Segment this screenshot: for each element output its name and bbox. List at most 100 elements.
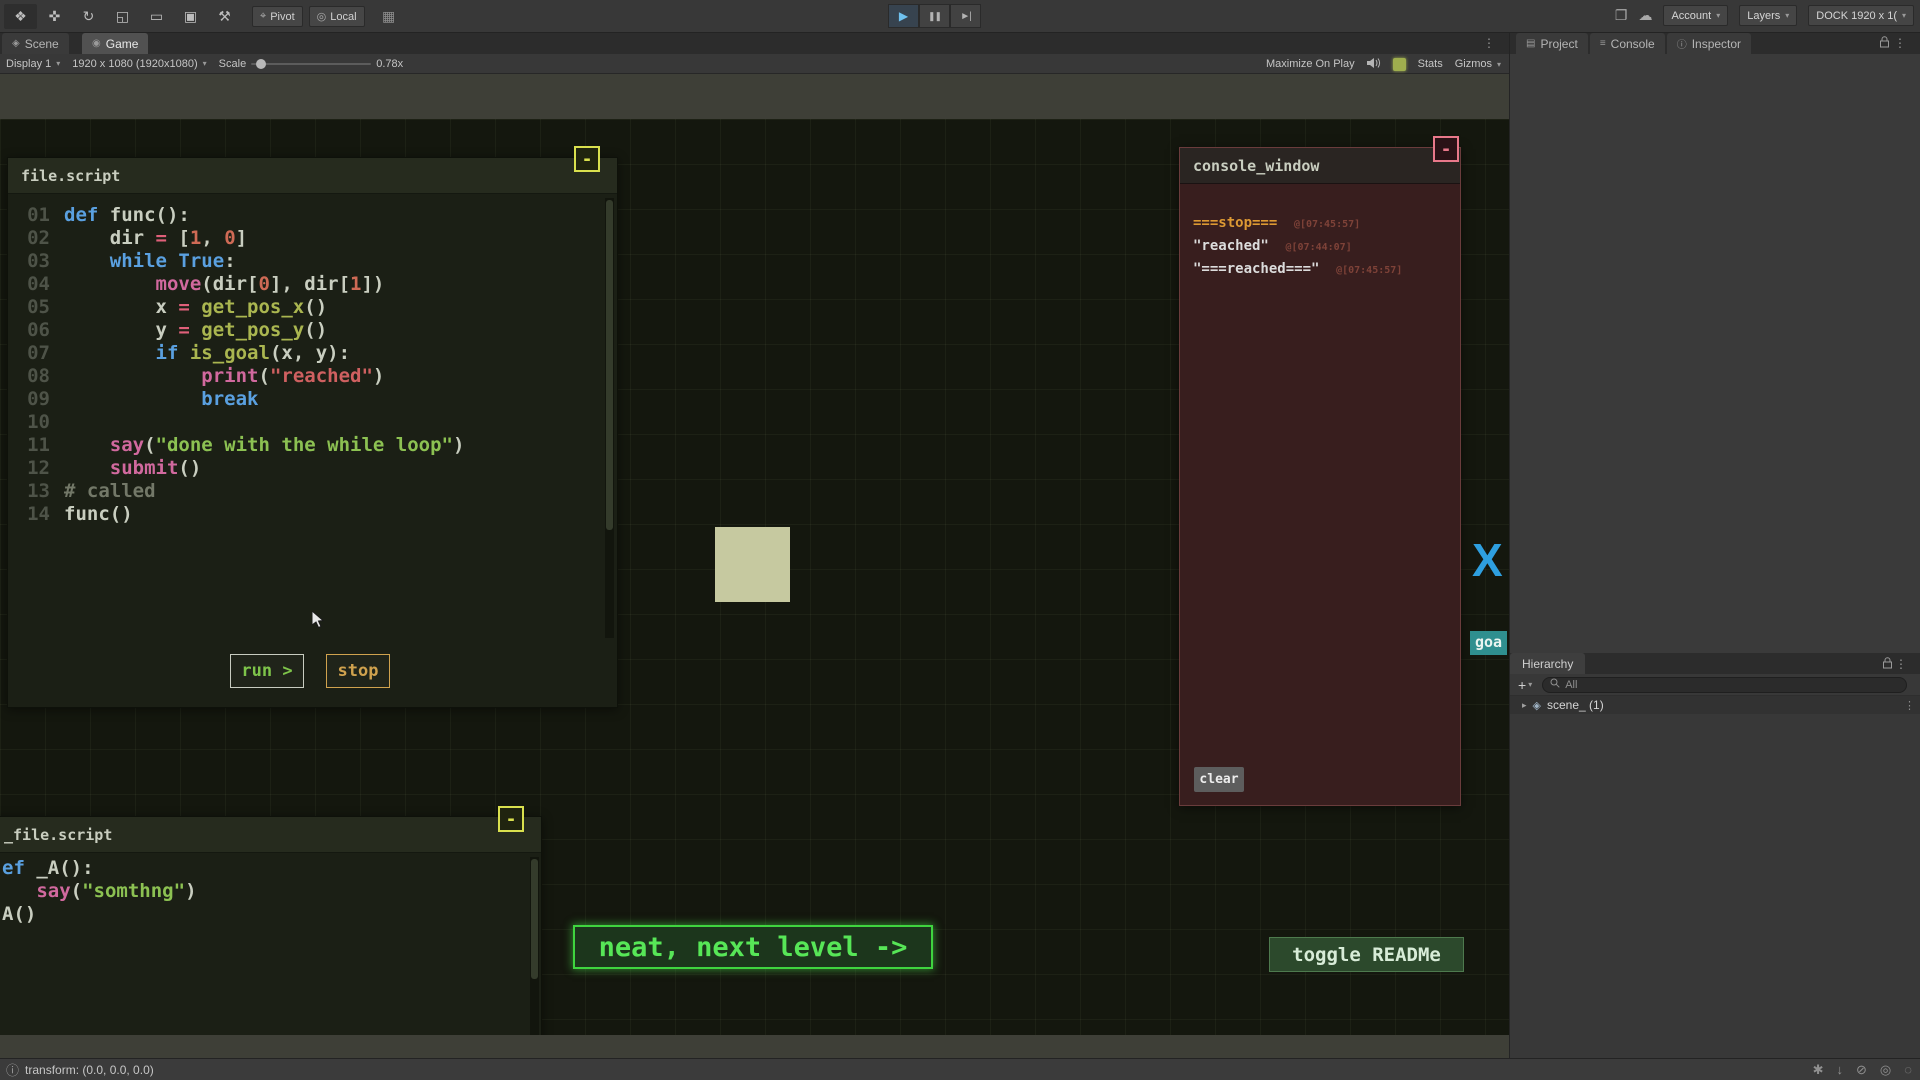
target-icon[interactable]: ◎ (1880, 1062, 1891, 1078)
grid-snap-icon[interactable]: ▦ (382, 8, 395, 25)
pane-menu-icon[interactable]: ⋮ (1894, 36, 1906, 50)
status-bar: ⓘ transform: (0.0, 0.0, 0.0) ✱ ↓ ⊘ ◎ ◌ (0, 1058, 1920, 1080)
mini-script-window: _file.script - ef _A(): say("somthng")A(… (0, 816, 542, 1035)
highlighted-toggle-icon[interactable] (1393, 58, 1406, 71)
minimize-button[interactable]: - (574, 146, 600, 172)
chevron-down-icon: ▾ (1902, 11, 1906, 20)
local-toggle-button[interactable]: ◎ Local (309, 6, 365, 27)
tab-project-label: Project (1540, 37, 1577, 51)
tab-scene[interactable]: ◈ Scene (2, 33, 69, 54)
scale-tool-icon: ◱ (116, 8, 129, 25)
tab-project[interactable]: ▤ Project (1516, 33, 1588, 54)
run-button[interactable]: run > (230, 654, 304, 688)
scrollbar-thumb[interactable] (606, 200, 613, 530)
pivot-toggle-button[interactable]: ⌖ Pivot (252, 6, 303, 27)
rect-tool-button[interactable]: ▭ (140, 4, 173, 29)
minimize-button[interactable]: - (498, 806, 524, 832)
download-icon[interactable]: ↓ (1837, 1062, 1844, 1077)
tab-strip: ◈ Scene ◉ Game ⋮ ▤ Project ≡ Console ⓘ I… (0, 33, 1920, 54)
stop-button[interactable]: stop (326, 654, 390, 688)
layout-label: DOCK 1920 x 1( (1816, 10, 1897, 22)
inspector-empty-area (1510, 54, 1920, 653)
code-line: A() (2, 903, 527, 926)
progress-icon[interactable]: ◌ (1904, 1062, 1912, 1077)
playmode-controls: ▶ ❚❚ ►| (888, 4, 981, 28)
rotate-tool-button[interactable]: ↻ (72, 4, 105, 29)
console-window-header[interactable]: console_window (1180, 148, 1460, 184)
code-line: 06 y = get_pos_y() (8, 319, 603, 342)
hand-tool-button[interactable]: ❖ (4, 4, 37, 29)
hierarchy-panel: Hierarchy ⋮ + ▾ All (1510, 653, 1920, 1058)
right-panel: Hierarchy ⋮ + ▾ All (1509, 54, 1920, 1058)
tab-game[interactable]: ◉ Game (82, 33, 148, 54)
tab-hierarchy[interactable]: Hierarchy (1510, 653, 1585, 674)
pane-menu-icon[interactable]: ⋮ (1895, 657, 1907, 671)
custom-tool-button[interactable]: ⚒ (208, 4, 241, 29)
minimize-button[interactable]: - (1433, 136, 1459, 162)
scrollbar-thumb[interactable] (531, 859, 538, 979)
display-dropdown[interactable]: Display 1 ▾ (6, 58, 60, 70)
script-window-header[interactable]: file.script (8, 158, 617, 194)
game-render-area[interactable]: file.script - 01def func():02 dir = [1, … (0, 119, 1509, 1035)
clear-button[interactable]: clear (1194, 767, 1244, 792)
scene-icon: ◈ (12, 38, 20, 49)
gizmos-dropdown[interactable]: Gizmos ▾ (1455, 58, 1501, 70)
move-tool-button[interactable]: ✜ (38, 4, 71, 29)
lock-icon[interactable] (1879, 36, 1890, 48)
play-button[interactable]: ▶ (888, 4, 919, 28)
tab-game-label: Game (106, 37, 139, 51)
step-icon: ►| (960, 11, 971, 22)
pause-button[interactable]: ❚❚ (919, 4, 950, 28)
hand-tool-icon: ❖ (14, 8, 27, 25)
code-editor[interactable]: ef _A(): say("somthng")A() (2, 857, 527, 926)
mini-script-window-header[interactable]: _file.script (0, 817, 541, 853)
code-line: 02 dir = [1, 0] (8, 227, 603, 250)
expand-arrow-icon[interactable]: ▸ (1522, 700, 1527, 711)
account-dropdown[interactable]: Account ▾ (1663, 5, 1728, 26)
scale-label: Scale (219, 58, 247, 70)
network-icon[interactable]: ⊘ (1856, 1062, 1867, 1078)
item-menu-icon[interactable]: ⋮ (1904, 699, 1915, 712)
rotate-tool-icon: ↻ (83, 8, 95, 25)
layers-dropdown[interactable]: Layers ▾ (1739, 5, 1797, 26)
layout-dropdown[interactable]: DOCK 1920 x 1( ▾ (1808, 5, 1914, 26)
status-message[interactable]: transform: (0.0, 0.0, 0.0) (25, 1063, 154, 1077)
cloud-icon[interactable]: ☁ (1638, 7, 1652, 24)
pane-menu-icon[interactable]: ⋮ (1483, 36, 1495, 50)
chevron-down-icon: ▾ (203, 59, 207, 68)
chevron-down-icon: ▾ (1785, 11, 1789, 20)
scale-slider[interactable] (251, 63, 371, 65)
tab-console-label: Console (1611, 37, 1655, 51)
code-editor[interactable]: 01def func():02 dir = [1, 0]03 while Tru… (8, 204, 603, 526)
activity-icon[interactable]: ✱ (1813, 1062, 1824, 1078)
resolution-dropdown[interactable]: 1920 x 1080 (1920x1080) ▾ (72, 58, 206, 70)
local-icon: ◎ (317, 10, 327, 23)
tab-console[interactable]: ≡ Console (1590, 33, 1665, 54)
scrollbar[interactable] (605, 198, 614, 638)
transform-tool-button[interactable]: ▣ (174, 4, 207, 29)
scale-slider-thumb[interactable] (256, 59, 266, 69)
services-icon[interactable]: ❐ (1615, 7, 1628, 24)
toggle-readme-button[interactable]: toggle READMe (1269, 937, 1464, 972)
step-button[interactable]: ►| (950, 4, 981, 28)
next-level-button[interactable]: neat, next level -> (573, 925, 933, 969)
add-object-button[interactable]: + ▾ (1518, 677, 1532, 693)
search-filter-label: All (1565, 679, 1577, 691)
scale-tool-button[interactable]: ◱ (106, 4, 139, 29)
game-viewport: file.script - 01def func():02 dir = [1, … (0, 74, 1509, 1058)
code-line: 10 (8, 411, 603, 434)
lock-icon[interactable] (1882, 657, 1893, 669)
log-message: "reached" (1193, 238, 1269, 254)
mute-audio-icon[interactable] (1367, 57, 1381, 72)
log-timestamp: @[07:45:57] (1336, 265, 1402, 276)
hierarchy-item-scene[interactable]: ▸ ◈ scene_ (1) ⋮ (1510, 696, 1920, 714)
scrollbar[interactable] (530, 857, 539, 1035)
hierarchy-search-input[interactable]: All (1542, 677, 1907, 693)
maximize-on-play-toggle[interactable]: Maximize On Play (1266, 58, 1355, 70)
account-label: Account (1671, 10, 1711, 22)
stats-toggle[interactable]: Stats (1418, 58, 1443, 70)
info-icon: ⓘ (6, 1060, 19, 1079)
mini-script-window-title: _file.script (0, 826, 112, 844)
tab-inspector[interactable]: ⓘ Inspector (1667, 33, 1751, 54)
gizmos-label: Gizmos (1455, 58, 1492, 70)
